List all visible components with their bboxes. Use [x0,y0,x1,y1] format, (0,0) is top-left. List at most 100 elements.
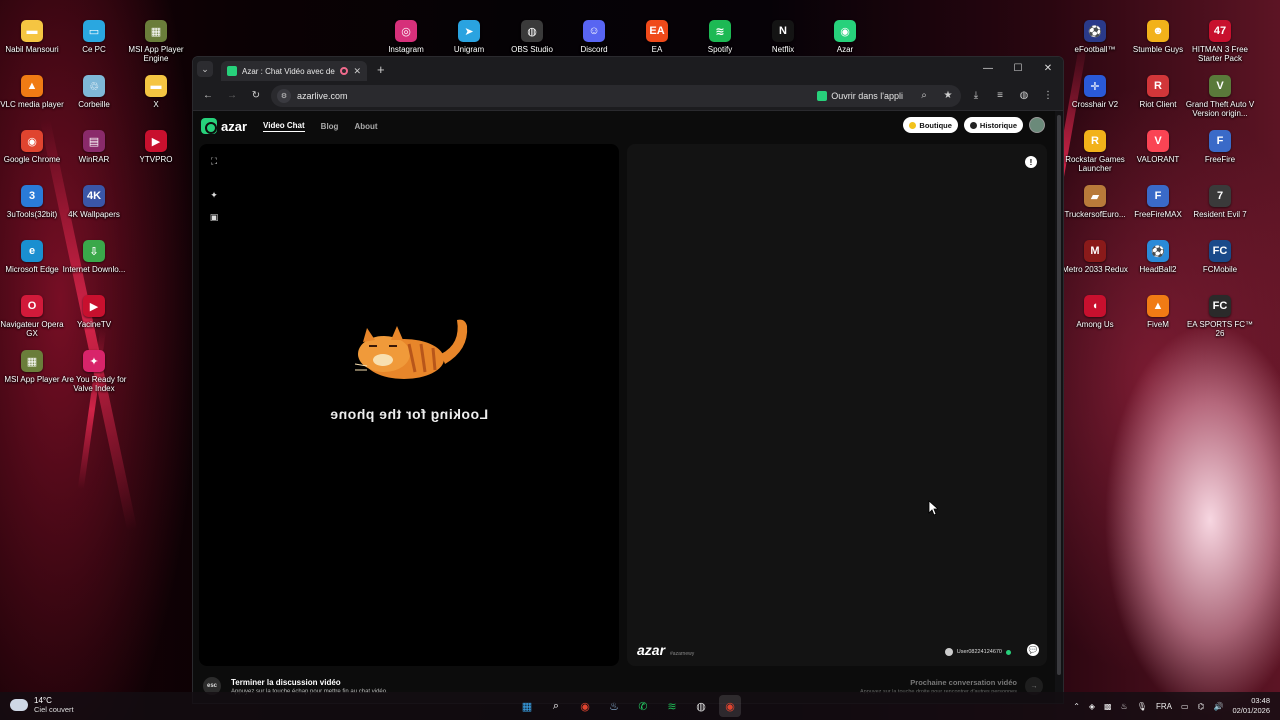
desktop-icon-right[interactable]: ◖ Among Us [1063,295,1127,329]
address-bar[interactable]: ⚙ azarlive.com Ouvrir dans l'appli ⌕ ★ [271,84,961,107]
desktop-icon-left[interactable]: ✦ Are You Ready for Valve Index [62,350,126,393]
download-icon[interactable]: ⤓ [967,87,985,105]
open-in-app-button[interactable]: Ouvrir dans l'appli [811,90,909,101]
desktop-icon-right[interactable]: F FreeFireMAX [1126,185,1190,219]
search-icon[interactable]: ⌕ [545,695,567,717]
desktop-icon-left[interactable]: ▲ VLC media player [0,75,64,109]
desktop-icon-top[interactable]: N Netflix [751,20,815,54]
desktop-icon-top[interactable]: ☺ Discord [562,20,626,54]
desktop-icon-left[interactable]: 3 3uTools(32bit) [0,185,64,219]
desktop-icon-label: Resident Evil 7 [1193,210,1247,219]
start-windows-icon[interactable]: ▦ [516,695,538,717]
desktop-icon-right[interactable]: ▲ FiveM [1126,295,1190,329]
site-info-icon[interactable]: ⚙ [277,88,291,103]
language-indicator[interactable]: FRA [1156,702,1172,711]
fullscreen-icon[interactable]: ⛶ [209,156,219,166]
minimize-button[interactable]: — [973,57,1003,81]
obs-icon[interactable]: ◍ [690,695,712,717]
weather-widget[interactable]: 14°C Ciel couvert [10,696,74,714]
desktop-icon-left[interactable]: ▦ MSI App Player [0,350,64,384]
desktop-icon-left[interactable]: ▤ WinRAR [62,130,126,164]
scrollbar-thumb[interactable] [1057,115,1061,675]
app-icon: ✛ [1084,75,1106,97]
tray-overflow-icon[interactable]: ⌃ [1073,702,1080,711]
desktop-icon-top[interactable]: ➤ Unigram [437,20,501,54]
nav-video-chat[interactable]: Video Chat [263,121,305,132]
desktop-icon-right[interactable]: R Rockstar Games Launcher [1063,130,1127,173]
steam-icon[interactable]: ♨ [603,695,625,717]
desktop-icon-left[interactable]: ▭ Ce PC [62,20,126,54]
spotify-icon[interactable]: ≋ [661,695,683,717]
desktop-icon-right[interactable]: V Grand Theft Auto V Version origin... [1186,75,1254,118]
close-window-button[interactable]: ✕ [1033,57,1063,81]
desktop-icon-right[interactable]: ☻ Stumble Guys [1126,20,1190,54]
network-icon[interactable]: ⌬ [1198,702,1205,711]
display-icon[interactable]: ▭ [1181,702,1189,711]
desktop-icon-right[interactable]: ▰ TruckersofEuro... [1063,185,1127,219]
chrome-active-icon[interactable]: ◉ [719,695,741,717]
desktop-icon-left[interactable]: ▬ Nabil Mansouri [0,20,64,54]
open-in-app-label: Ouvrir dans l'appli [831,90,903,101]
desktop-icon-right[interactable]: M Metro 2033 Redux [1062,240,1128,274]
zoom-icon[interactable]: ⌕ [915,87,933,105]
desktop-icon-right[interactable]: ✛ Crosshair V2 [1063,75,1127,109]
effects-sparkle-icon[interactable]: ✦ [209,190,219,200]
app-icon: ✦ [83,350,105,372]
desktop-icon-right[interactable]: R Riot Client [1126,75,1190,109]
steam-tray-icon[interactable]: ♨ [1121,702,1128,711]
reload-button[interactable]: ↻ [247,87,265,105]
report-icon[interactable]: ! [1025,156,1037,168]
media-control-icon[interactable]: ≡ [991,87,1009,105]
desktop-icon-right[interactable]: FC FCMobile [1188,240,1252,274]
desktop-icon-left[interactable]: O Navigateur Opera GX [0,295,64,338]
desktop-icon-right[interactable]: 7 Resident Evil 7 [1188,185,1252,219]
maximize-button[interactable]: ☐ [1003,57,1033,81]
desktop-icon-left[interactable]: ◉ Google Chrome [0,130,64,164]
profile-icon[interactable]: ◍ [1015,87,1033,105]
desktop-icon-right[interactable]: ⚽ HeadBall2 [1126,240,1190,274]
close-tab-icon[interactable]: ✕ [353,66,361,77]
desktop-icon-top[interactable]: ◉ Azar [813,20,877,54]
tab-search-icon[interactable]: ⌄ [197,61,213,77]
history-button[interactable]: Historique [963,117,1023,133]
desktop-icon-left[interactable]: e Microsoft Edge [0,240,64,274]
tab-azar[interactable]: Azar : Chat Vidéo avec de n ✕ [221,61,367,81]
user-avatar[interactable] [1029,117,1045,133]
desktop-icon-top[interactable]: EA EA [625,20,689,54]
desktop-icon-left[interactable]: ▶ YTVPRO [124,130,188,164]
new-tab-button[interactable]: + [377,62,385,77]
desktop-icon-label: Rockstar Games Launcher [1065,155,1125,173]
desktop-icon-top[interactable]: ◍ OBS Studio [500,20,564,54]
desktop-icon-right[interactable]: 47 HITMAN 3 Free Starter Pack [1188,20,1252,63]
desktop-icon-left[interactable]: 4K 4K Wallpapers [62,185,126,219]
back-button[interactable]: ← [199,87,217,105]
nav-blog[interactable]: Blog [321,122,339,131]
desktop-icon-left[interactable]: ⇩ Internet Downlo... [62,240,126,274]
azar-logo[interactable]: azar [201,118,247,134]
desktop-icon-left[interactable]: ▶ YacineTV [62,295,126,329]
tray-app2-icon[interactable]: ▩ [1104,702,1112,711]
desktop-icon-left[interactable]: ▬ X [124,75,188,109]
desktop-icon-right[interactable]: F FreeFire [1188,130,1252,164]
desktop-icon-left[interactable]: ♲ Corbeille [62,75,126,109]
chrome-icon[interactable]: ◉ [574,695,596,717]
filter-icon[interactable]: ▣ [209,212,219,222]
menu-kebab-icon[interactable]: ⋮ [1039,87,1057,105]
whatsapp-icon[interactable]: ✆ [632,695,654,717]
desktop-icon-right[interactable]: ⚽ eFootball™ [1063,20,1127,54]
desktop-icon-top[interactable]: ≋ Spotify [688,20,752,54]
nav-about[interactable]: About [354,122,377,131]
clock[interactable]: 03:48 02/01/2026 [1232,696,1270,716]
desktop-icon-left[interactable]: ▦ MSI App Player Engine [124,20,188,63]
volume-icon[interactable]: 🔊 [1213,702,1223,711]
desktop-icon-top[interactable]: ◎ Instagram [374,20,438,54]
page-scrollbar[interactable] [1055,111,1063,703]
forward-button[interactable]: → [223,87,241,105]
desktop-icon-right[interactable]: FC EA SPORTS FC™ 26 [1187,295,1253,338]
mic-icon[interactable]: 🎙 [1137,702,1147,711]
tray-app-icon[interactable]: ◈ [1089,702,1095,711]
bookmark-star-icon[interactable]: ★ [939,87,957,105]
shop-button[interactable]: Boutique [903,117,958,133]
chat-bubble-icon[interactable]: 💬 [1027,644,1039,656]
desktop-icon-right[interactable]: V VALORANT [1126,130,1190,164]
